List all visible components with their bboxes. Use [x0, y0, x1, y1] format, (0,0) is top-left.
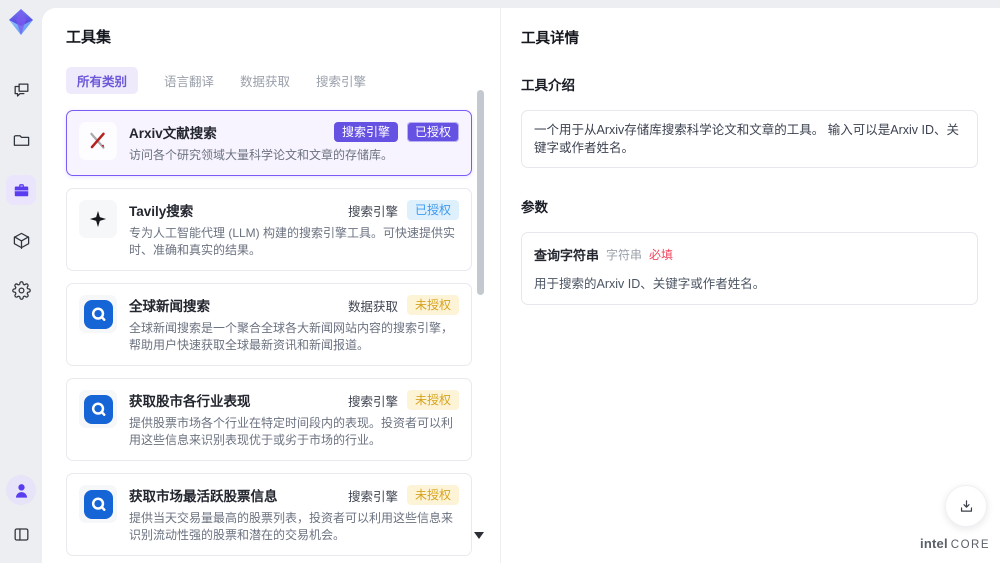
- category-tabs: 所有类别 语言翻译 数据获取 搜索引擎: [66, 67, 472, 94]
- sidebar-nav: [6, 75, 36, 305]
- list-scrollbar[interactable]: [474, 82, 484, 555]
- arxiv-icon: [79, 122, 117, 160]
- category-badge: 搜索引擎: [347, 394, 398, 409]
- auth-status-badge: 已授权: [406, 200, 459, 220]
- app-logo-icon: [6, 7, 36, 37]
- tab-language-translation[interactable]: 语言翻译: [164, 67, 214, 94]
- scrollbar-thumb[interactable]: [477, 90, 484, 295]
- folder-icon[interactable]: [6, 125, 36, 155]
- package-icon[interactable]: [6, 225, 36, 255]
- blue-search-icon: [79, 485, 117, 523]
- tab-search-engine[interactable]: 搜索引擎: [316, 67, 366, 94]
- auth-status-badge: 未授权: [406, 485, 459, 505]
- download-icon: [960, 499, 972, 512]
- download-button[interactable]: [945, 485, 987, 527]
- tool-description: 全球新闻搜索是一个聚合全球各大新闻网站内容的搜索引擎，帮助用户快速获取全球最新资…: [129, 321, 454, 352]
- param-required-flag: 必填: [649, 248, 674, 262]
- sparkle-icon: [79, 200, 117, 238]
- auth-status-badge: 已授权: [406, 122, 459, 142]
- toolbox-icon[interactable]: [6, 175, 36, 205]
- page-title: 工具集: [66, 29, 112, 46]
- tab-data-fetch[interactable]: 数据获取: [240, 67, 290, 94]
- category-badge: 搜索引擎: [333, 122, 398, 142]
- main-surface: 工具集 所有类别 语言翻译 数据获取 搜索引擎 Arxiv文献搜索 访问各个研究…: [42, 8, 1000, 563]
- intro-text-box: 一个用于从Arxiv存储库搜索科学论文和文章的工具。 输入可以是Arxiv ID…: [521, 110, 978, 168]
- param-description: 用于搜索的Arxiv ID、关键字或作者姓名。: [534, 277, 766, 291]
- tool-description: 专为人工智能代理 (LLM) 构建的搜索引擎工具。可快速提供实时、准确和真实的结…: [129, 226, 456, 257]
- auth-status-badge: 未授权: [406, 295, 459, 315]
- blue-search-icon: [79, 390, 117, 428]
- tab-all-categories[interactable]: 所有类别: [66, 67, 139, 94]
- detail-title: 工具详情: [521, 31, 579, 47]
- category-badge: 搜索引擎: [347, 489, 398, 504]
- tool-description: 提供当天交易量最高的股票列表，投资者可以利用这些信息来识别流动性强的股票和潜在的…: [129, 511, 454, 542]
- sidebar: [0, 0, 42, 563]
- layout-panel-icon[interactable]: [6, 519, 36, 549]
- param-card: 查询字符串 字符串 必填 用于搜索的Arxiv ID、关键字或作者姓名。: [521, 232, 978, 305]
- tool-card[interactable]: Arxiv文献搜索 访问各个研究领域大量科学论文和文章的存储库。 搜索引擎 已授…: [66, 110, 472, 176]
- tool-description: 提供股票市场各个行业在特定时间段内的表现。投资者可以利用这些信息来识别表现优于或…: [129, 416, 454, 447]
- blue-search-icon: [79, 295, 117, 333]
- tool-card[interactable]: 获取市场最活跃股票信息 提供当天交易量最高的股票列表，投资者可以利用这些信息来识…: [66, 473, 472, 556]
- param-name: 查询字符串: [534, 248, 600, 263]
- category-badge: 数据获取: [347, 299, 398, 314]
- tool-detail-panel: 工具详情 工具介绍 一个用于从Arxiv存储库搜索科学论文和文章的工具。 输入可…: [500, 8, 1000, 563]
- user-avatar-icon[interactable]: [6, 475, 36, 505]
- app-window: 工具集 所有类别 语言翻译 数据获取 搜索引擎 Arxiv文献搜索 访问各个研究…: [0, 0, 1000, 563]
- params-heading: 参数: [521, 200, 548, 215]
- intel-core-logo: intel CORE: [920, 536, 990, 551]
- scroll-down-arrow-icon[interactable]: [474, 532, 484, 539]
- tool-list: Arxiv文献搜索 访问各个研究领域大量科学论文和文章的存储库。 搜索引擎 已授…: [66, 110, 472, 563]
- tool-description: 访问各个研究领域大量科学论文和文章的存储库。: [129, 148, 394, 162]
- auth-status-badge: 未授权: [406, 390, 459, 410]
- settings-icon[interactable]: [6, 275, 36, 305]
- tools-panel: 工具集 所有类别 语言翻译 数据获取 搜索引擎 Arxiv文献搜索 访问各个研究…: [42, 8, 500, 563]
- tool-card[interactable]: Tavily搜索 专为人工智能代理 (LLM) 构建的搜索引擎工具。可快速提供实…: [66, 188, 472, 271]
- sidebar-bottom: [6, 475, 36, 549]
- tool-card[interactable]: 全球新闻搜索 全球新闻搜索是一个聚合全球各大新闻网站内容的搜索引擎，帮助用户快速…: [66, 283, 472, 366]
- category-badge: 搜索引擎: [347, 204, 398, 219]
- chat-icon[interactable]: [6, 75, 36, 105]
- tool-card[interactable]: 获取股市各行业表现 提供股票市场各个行业在特定时间段内的表现。投资者可以利用这些…: [66, 378, 472, 461]
- intro-heading: 工具介绍: [521, 78, 575, 93]
- param-type: 字符串: [606, 248, 643, 262]
